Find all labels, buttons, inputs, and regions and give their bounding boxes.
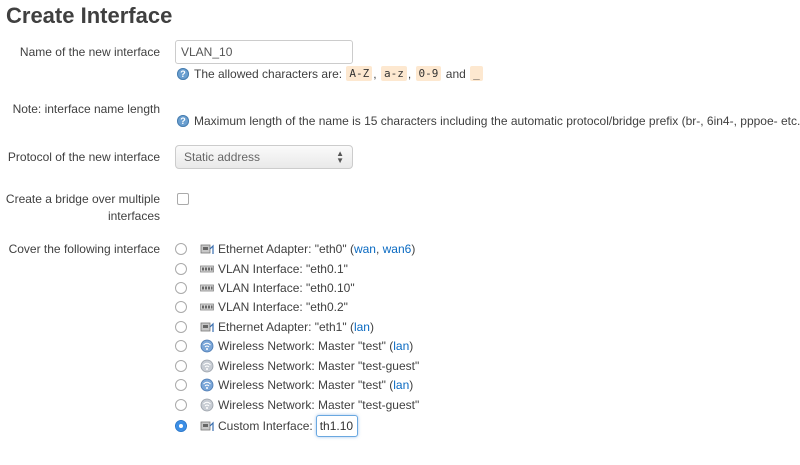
network-link-lan[interactable]: lan	[393, 339, 409, 353]
name-length-hint-text: Maximum length of the name is 15 charact…	[194, 114, 800, 128]
wireless-disabled-icon	[200, 398, 214, 411]
name-label: Name of the new interface	[19, 45, 160, 59]
interface-option-label: Ethernet Adapter: "eth0"	[218, 241, 347, 256]
ethernet-icon	[200, 322, 214, 332]
wireless-disabled-icon	[200, 359, 214, 372]
custom-interface-input[interactable]: th1.10	[315, 414, 358, 437]
network-link-lan[interactable]: lan	[354, 320, 370, 334]
interface-option-label: VLAN Interface: "eth0.1"	[218, 261, 348, 276]
ethernet-icon	[200, 244, 214, 254]
vlan-icon	[200, 284, 214, 291]
bridge-label-line1: Create a bridge over multiple	[5, 192, 160, 206]
hint-and: and	[445, 66, 466, 81]
wireless-icon	[200, 339, 214, 352]
paren-close: )	[409, 377, 414, 392]
allowed-chip-digits: 0-9	[415, 66, 442, 81]
interface-option[interactable]: Ethernet Adapter: "eth1" (lan)	[175, 317, 374, 336]
cover-label: Cover the following interface	[8, 242, 160, 256]
interface-option-label: Wireless Network: Master "test-guest"	[218, 358, 420, 373]
interface-radio[interactable]	[175, 281, 187, 294]
interface-option[interactable]: Wireless Network: Master "test" (lan)	[175, 375, 413, 394]
interface-option-label: Wireless Network: Master "test"	[218, 338, 386, 353]
interface-network-links: (lan)	[386, 378, 413, 392]
note-label: Note: interface name length	[12, 102, 160, 116]
custom-interface-label: Custom Interface:	[218, 418, 313, 433]
help-icon: ?	[177, 115, 189, 127]
interface-option[interactable]: VLAN Interface: "eth0.2"	[175, 297, 348, 316]
vlan-icon	[200, 303, 214, 310]
interface-radio[interactable]	[175, 262, 187, 275]
network-link-lan[interactable]: lan	[393, 378, 409, 392]
select-arrows-icon: ▲ ▼	[336, 149, 344, 165]
wireless-icon	[200, 378, 214, 391]
interface-network-links: (lan)	[347, 320, 374, 334]
paren-close: )	[411, 241, 416, 256]
custom-interface-radio[interactable]	[175, 419, 187, 432]
network-link-wan[interactable]: wan	[354, 242, 376, 256]
interface-option[interactable]: Wireless Network: Master "test-guest"	[175, 395, 419, 414]
interface-radio[interactable]	[175, 242, 187, 255]
interface-option[interactable]: Ethernet Adapter: "eth0" (wan, wan6)	[175, 239, 415, 258]
interface-option[interactable]: VLAN Interface: "eth0.10"	[175, 278, 355, 297]
allowed-chip-uppercase: A-Z	[346, 66, 373, 81]
interface-option-label: Wireless Network: Master "test"	[218, 377, 386, 392]
interface-radio[interactable]	[175, 300, 187, 313]
interface-name-input[interactable]: VLAN_10	[175, 40, 353, 64]
interface-radio[interactable]	[175, 398, 187, 411]
protocol-select-value: Static address	[184, 150, 261, 164]
interface-radio[interactable]	[175, 320, 187, 333]
allowed-chip-lowercase: a-z	[380, 66, 407, 81]
paren-close: )	[369, 319, 374, 334]
interface-option-label: VLAN Interface: "eth0.2"	[218, 299, 348, 314]
network-link-wan6[interactable]: wan6	[383, 242, 412, 256]
interface-option-label: Wireless Network: Master "test-guest"	[218, 397, 420, 412]
interface-option[interactable]: Wireless Network: Master "test" (lan)	[175, 336, 413, 355]
custom-interface-row[interactable]: Custom Interface: th1.10	[175, 414, 358, 437]
bridge-label-line2: interfaces	[107, 209, 160, 223]
hint-separator: ,	[407, 66, 412, 81]
bridge-label: Create a bridge over multiple interfaces	[0, 191, 160, 225]
page-title: Create Interface	[6, 3, 173, 28]
ethernet-icon	[200, 421, 214, 431]
hint-separator: ,	[373, 66, 377, 81]
interface-radio[interactable]	[175, 359, 187, 372]
interface-radio[interactable]	[175, 378, 187, 391]
interface-option-label: Ethernet Adapter: "eth1"	[218, 319, 347, 334]
paren-close: )	[409, 338, 414, 353]
allowed-hint-prefix: The allowed characters are:	[194, 66, 343, 81]
name-length-hint: ? Maximum length of the name is 15 chara…	[177, 114, 800, 128]
allowed-chip-underscore: _	[470, 66, 483, 81]
allowed-chars-hint: ? The allowed characters are: A-Z, a-z, …	[177, 66, 484, 81]
interface-network-links: (wan, wan6)	[349, 241, 416, 256]
interface-option[interactable]: VLAN Interface: "eth0.1"	[175, 259, 348, 278]
interface-option[interactable]: Wireless Network: Master "test-guest"	[175, 356, 419, 375]
interface-option-label: VLAN Interface: "eth0.10"	[218, 280, 355, 295]
help-icon: ?	[177, 67, 189, 80]
bridge-checkbox[interactable]	[177, 193, 189, 205]
interface-radio[interactable]	[175, 339, 187, 352]
protocol-label: Protocol of the new interface	[7, 150, 160, 164]
vlan-icon	[200, 265, 214, 272]
protocol-select[interactable]: Static address ▲ ▼	[175, 145, 353, 169]
interface-network-links: (lan)	[386, 339, 413, 353]
